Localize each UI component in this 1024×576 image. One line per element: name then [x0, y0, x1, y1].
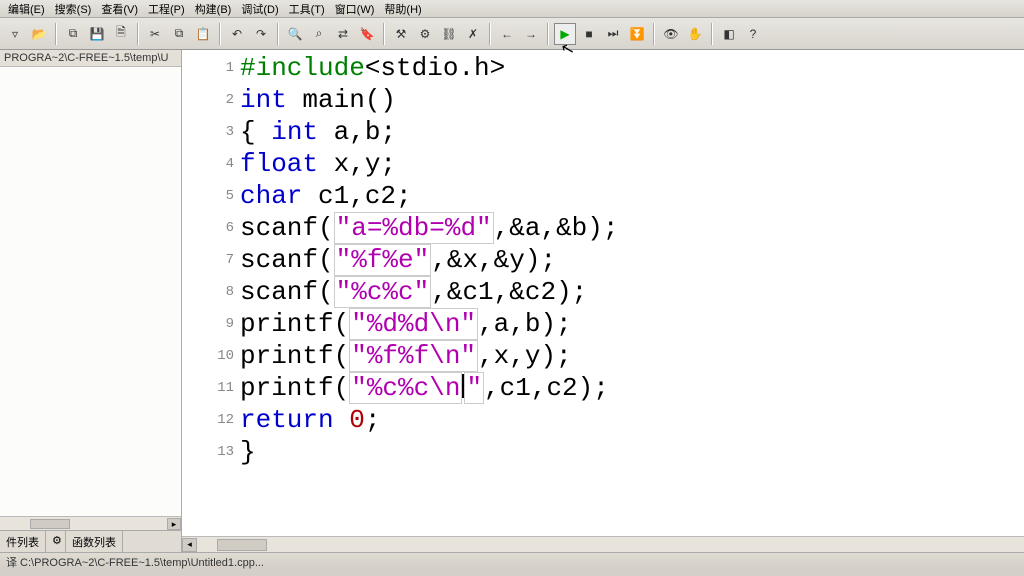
bookmark-button[interactable]: 🔖	[356, 23, 378, 45]
redo-button[interactable]: ↷	[250, 23, 272, 45]
code-line[interactable]: char c1,c2;	[240, 180, 1024, 212]
menu-item[interactable]: 帮助(H)	[380, 0, 425, 18]
hand-button[interactable]: ✋	[684, 23, 706, 45]
code-area[interactable]: #include<stdio.h>int main(){ int a,b;flo…	[240, 52, 1024, 536]
tab-func-icon[interactable]: ⚙	[46, 531, 66, 552]
menu-item[interactable]: 窗口(W)	[331, 0, 379, 18]
step-into-button[interactable]: ⏬	[626, 23, 648, 45]
tab-file-list[interactable]: 件列表	[0, 531, 46, 552]
scroll-thumb[interactable]	[217, 539, 267, 551]
scroll-thumb[interactable]	[30, 519, 70, 529]
code-line[interactable]: printf("%d%d\n",a,b);	[240, 308, 1024, 340]
findnext-button[interactable]: ⌕	[308, 23, 330, 45]
sidebar-tree[interactable]	[0, 67, 181, 516]
menu-item[interactable]: 构建(B)	[191, 0, 236, 18]
code-line[interactable]: }	[240, 436, 1024, 468]
menu-item[interactable]: 调试(D)	[237, 0, 282, 18]
help-button[interactable]: ?	[742, 23, 764, 45]
nav-back-button[interactable]: ←	[496, 23, 518, 45]
watch-button[interactable]: 👁	[660, 23, 682, 45]
buildall-button[interactable]: ⛓	[438, 23, 460, 45]
code-line[interactable]: return 0;	[240, 404, 1024, 436]
copy2-button[interactable]: ⧉	[168, 23, 190, 45]
nav-forward-button[interactable]: →	[520, 23, 542, 45]
scroll-left-icon[interactable]: ◂	[182, 538, 197, 552]
menu-item[interactable]: 工具(T)	[285, 0, 329, 18]
build-button[interactable]: ⚙	[414, 23, 436, 45]
code-line[interactable]: int main()	[240, 84, 1024, 116]
save-button[interactable]: 💾	[86, 23, 108, 45]
code-line[interactable]: #include<stdio.h>	[240, 52, 1024, 84]
code-line[interactable]: float x,y;	[240, 148, 1024, 180]
menu-item[interactable]: 查看(V)	[97, 0, 142, 18]
cut-button[interactable]: ✂	[144, 23, 166, 45]
editor-hscroll[interactable]: ◂	[182, 536, 1024, 552]
run-button[interactable]: ▶	[554, 23, 576, 45]
scroll-right-icon[interactable]: ▸	[167, 518, 181, 530]
manager-button[interactable]: ◧	[718, 23, 740, 45]
menu-item[interactable]: 编辑(E)	[4, 0, 49, 18]
sidebar-hscroll[interactable]: ▸	[0, 516, 181, 530]
copy-button[interactable]: ⧉	[62, 23, 84, 45]
code-line[interactable]: printf("%f%f\n",x,y);	[240, 340, 1024, 372]
paste-button[interactable]: 📋	[192, 23, 214, 45]
status-bar: 译 C:\PROGRA~2\C-FREE~1.5\temp\Untitled1.…	[0, 552, 1024, 568]
code-editor[interactable]: 12345678910111213 #include<stdio.h>int m…	[182, 50, 1024, 536]
replace-button[interactable]: ⇄	[332, 23, 354, 45]
find-button[interactable]: 🔍	[284, 23, 306, 45]
rebuild-button[interactable]: ✗	[462, 23, 484, 45]
stop-button[interactable]: ■	[578, 23, 600, 45]
sidebar: PROGRA~2\C-FREE~1.5\temp\U ▸ 件列表 ⚙ 函数列表	[0, 50, 182, 552]
compile-button[interactable]: ⚒	[390, 23, 412, 45]
code-line[interactable]: { int a,b;	[240, 116, 1024, 148]
code-line[interactable]: scanf("%c%c",&c1,&c2);	[240, 276, 1024, 308]
new-button[interactable]: ▿	[4, 23, 26, 45]
code-line[interactable]: scanf("%f%e",&x,&y);	[240, 244, 1024, 276]
step-over-button[interactable]: ⏭	[602, 23, 624, 45]
open-button[interactable]: 📂	[28, 23, 50, 45]
toolbar: ▿ 📂 ⧉ 💾 🗎 ✂ ⧉ 📋 ↶ ↷ 🔍 ⌕ ⇄ 🔖 ⚒ ⚙ ⛓ ✗ ← → …	[0, 18, 1024, 50]
menu-item[interactable]: 工程(P)	[144, 0, 189, 18]
code-line[interactable]: printf("%c%c\n",c1,c2);	[240, 372, 1024, 404]
menubar: 编辑(E)搜索(S)查看(V)工程(P)构建(B)调试(D)工具(T)窗口(W)…	[0, 0, 1024, 18]
tab-func-list[interactable]: 函数列表	[66, 531, 123, 552]
sidebar-path: PROGRA~2\C-FREE~1.5\temp\U	[0, 50, 181, 67]
code-line[interactable]: scanf("a=%db=%d",&a,&b);	[240, 212, 1024, 244]
menu-item[interactable]: 搜索(S)	[51, 0, 96, 18]
line-gutter: 12345678910111213	[182, 52, 240, 536]
saveall-button[interactable]: 🗎	[110, 23, 132, 45]
undo-button[interactable]: ↶	[226, 23, 248, 45]
